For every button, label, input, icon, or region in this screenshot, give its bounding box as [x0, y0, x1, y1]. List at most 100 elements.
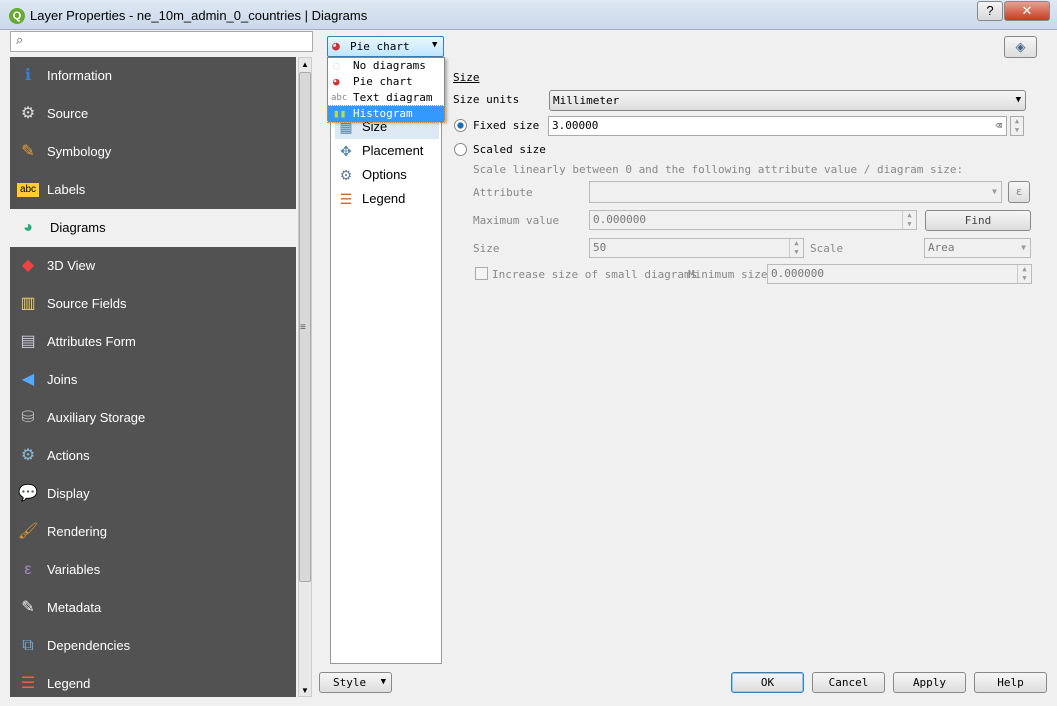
fixed-size-radio[interactable] — [454, 119, 467, 132]
sidebar-item-label: Display — [47, 486, 90, 501]
cancel-button[interactable]: Cancel — [812, 672, 885, 693]
max-value-input[interactable]: 0.000000 ▲ ▼ — [589, 210, 917, 230]
sidebar-item-actions[interactable]: ⚙ Actions — [10, 437, 296, 475]
placement-icon: ✥ — [340, 143, 352, 159]
option-no-diagrams[interactable]: ◌ No diagrams — [328, 58, 444, 74]
pie-chart-icon: ◕ — [333, 75, 340, 88]
sidebar-item-display[interactable]: 💬 Display — [10, 475, 296, 513]
sidebar-item-source-fields[interactable]: ▥ Source Fields — [10, 285, 296, 323]
sidebar-item-label: Variables — [47, 562, 101, 577]
sidebar-item-attributes-form[interactable]: ▤ Attributes Form — [10, 323, 296, 361]
increase-size-checkbox[interactable] — [475, 267, 488, 280]
size-heading: Size — [453, 71, 480, 84]
attribute-label: Attribute — [473, 186, 533, 199]
attributes-form-icon: ▤ — [20, 333, 36, 350]
search-icon: ⌕ — [16, 32, 24, 47]
sidebar-item-label: Labels — [47, 182, 86, 197]
max-value: 0.000000 — [593, 213, 646, 226]
information-icon: ℹ — [24, 67, 32, 84]
size-input[interactable]: 50 ▲ ▼ — [589, 238, 804, 258]
scaled-size-label: Scaled size — [473, 143, 546, 156]
sidebar-item-label: Rendering — [47, 524, 107, 539]
diagrams-icon: ◕ — [23, 219, 33, 236]
3d-view-icon: ◆ — [21, 257, 35, 274]
option-text-diagram[interactable]: abc Text diagram — [328, 90, 444, 106]
minimum-size-input[interactable]: 0.000000 ▲ ▼ — [767, 264, 1032, 284]
sidebar-item-variables[interactable]: ε Variables — [10, 551, 296, 589]
option-label: Pie chart — [353, 75, 413, 88]
minimum-size-label: Minimum size — [688, 268, 768, 281]
histogram-icon: ▮▮ — [333, 107, 347, 120]
sidebar-item-joins[interactable]: ◀ Joins — [10, 361, 296, 399]
rendering-icon: 🖌 — [17, 523, 39, 540]
diagram-type-select[interactable]: ◕ Pie chart ▼ — [327, 36, 444, 57]
subnav-placement[interactable]: ✥ Placement — [335, 139, 439, 163]
expression-button[interactable]: ε — [1008, 181, 1030, 203]
max-value-label: Maximum value — [473, 214, 560, 227]
title-bar: Q Layer Properties - ne_10m_admin_0_coun… — [0, 0, 1057, 30]
chevron-down-icon: ▼ — [380, 677, 386, 687]
style-manager-button[interactable]: ◈ — [1004, 36, 1037, 58]
subnav-options[interactable]: ⚙ Options — [335, 163, 439, 187]
scaled-size-radio[interactable] — [454, 143, 467, 156]
sidebar-item-symbology[interactable]: ✎ Symbology — [10, 133, 296, 171]
apply-button[interactable]: Apply — [893, 672, 966, 693]
sidebar-item-label: Metadata — [47, 600, 102, 615]
option-label: Histogram — [353, 107, 413, 120]
chevron-down-icon: ▼ — [992, 187, 997, 196]
sidebar-item-rendering[interactable]: 🖌 Rendering — [10, 513, 296, 551]
dependencies-icon: ⧉ — [22, 637, 34, 654]
source-fields-icon: ▥ — [20, 295, 36, 312]
chevron-down-icon: ▼ — [1015, 95, 1021, 105]
option-pie-chart[interactable]: ◕ Pie chart — [328, 74, 444, 90]
no-diagrams-icon: ◌ — [333, 59, 340, 72]
scale-select[interactable]: Area ▼ — [924, 238, 1031, 258]
help-title-button[interactable]: ? — [977, 1, 1003, 21]
legend-icon: ☰ — [20, 675, 36, 692]
style-button[interactable]: Style ▼ — [319, 672, 392, 693]
search-input[interactable]: ⌕ — [10, 31, 313, 52]
sidebar: ℹ Information ⚙ Source ✎ Symbology abc Labels ◕ D… — [10, 57, 296, 697]
subnav-legend[interactable]: ☰ Legend — [335, 187, 439, 211]
size-spinner[interactable]: ▲ ▼ — [789, 239, 803, 257]
sidebar-item-diagrams[interactable]: ◕ Diagrams — [10, 209, 296, 247]
window-title: Layer Properties - ne_10m_admin_0_countr… — [30, 8, 368, 23]
attribute-select[interactable]: ▼ — [589, 181, 1002, 203]
sidebar-item-information[interactable]: ℹ Information — [10, 57, 296, 95]
size-units-select[interactable]: Millimeter ▼ — [549, 90, 1026, 111]
fixed-size-spinner[interactable]: ▲ ▼ — [1010, 116, 1024, 136]
style-label: Style — [333, 676, 367, 689]
sidebar-item-auxiliary-storage[interactable]: ⛁ Auxiliary Storage — [10, 399, 296, 437]
option-histogram[interactable]: ▮▮ Histogram — [327, 105, 445, 123]
legend-icon: ☰ — [339, 191, 353, 207]
help-button[interactable]: Help — [974, 672, 1047, 693]
find-button[interactable]: Find — [925, 210, 1031, 231]
actions-icon: ⚙ — [20, 447, 36, 464]
sidebar-item-source[interactable]: ⚙ Source — [10, 95, 296, 133]
ok-button[interactable]: OK — [731, 672, 804, 693]
minimum-size-value: 0.000000 — [771, 267, 824, 280]
sidebar-item-metadata[interactable]: ✎ Metadata — [10, 589, 296, 627]
sidebar-item-dependencies[interactable]: ⧉ Dependencies — [10, 627, 296, 665]
sidebar-item-3d-view[interactable]: ◆ 3D View — [10, 247, 296, 285]
splitter-handle[interactable]: ≡ — [300, 322, 306, 333]
chevron-down-icon: ▼ — [1021, 243, 1026, 252]
sidebar-item-label: Diagrams — [50, 220, 106, 235]
close-button[interactable]: ✕ — [1004, 1, 1050, 21]
diagram-subnav: ▦ Size ✥ Placement ⚙ Options ☰ Legend — [330, 60, 442, 664]
fixed-size-input[interactable]: 3.00000 ⌫ — [548, 116, 1007, 136]
minimum-size-spinner[interactable]: ▲ ▼ — [1017, 265, 1031, 283]
chevron-down-icon: ▼ — [432, 40, 438, 50]
scale-value: Area — [928, 241, 955, 254]
options-icon: ⚙ — [339, 167, 353, 183]
sidebar-item-label: Actions — [47, 448, 90, 463]
scroll-down-icon[interactable]: ▼ — [301, 686, 309, 695]
max-value-spinner[interactable]: ▲ ▼ — [902, 211, 916, 229]
sidebar-item-legend[interactable]: ☰ Legend — [10, 665, 296, 697]
size-value: 50 — [593, 241, 607, 254]
scroll-up-icon[interactable]: ▲ — [301, 60, 309, 69]
sidebar-item-labels[interactable]: abc Labels — [10, 171, 296, 209]
size-units-value: Millimeter — [553, 94, 620, 107]
clear-icon[interactable]: ⌫ — [995, 117, 1002, 135]
diagram-type-dropdown: ◌ No diagrams ◕ Pie chart abc Text diagram … — [327, 57, 445, 123]
